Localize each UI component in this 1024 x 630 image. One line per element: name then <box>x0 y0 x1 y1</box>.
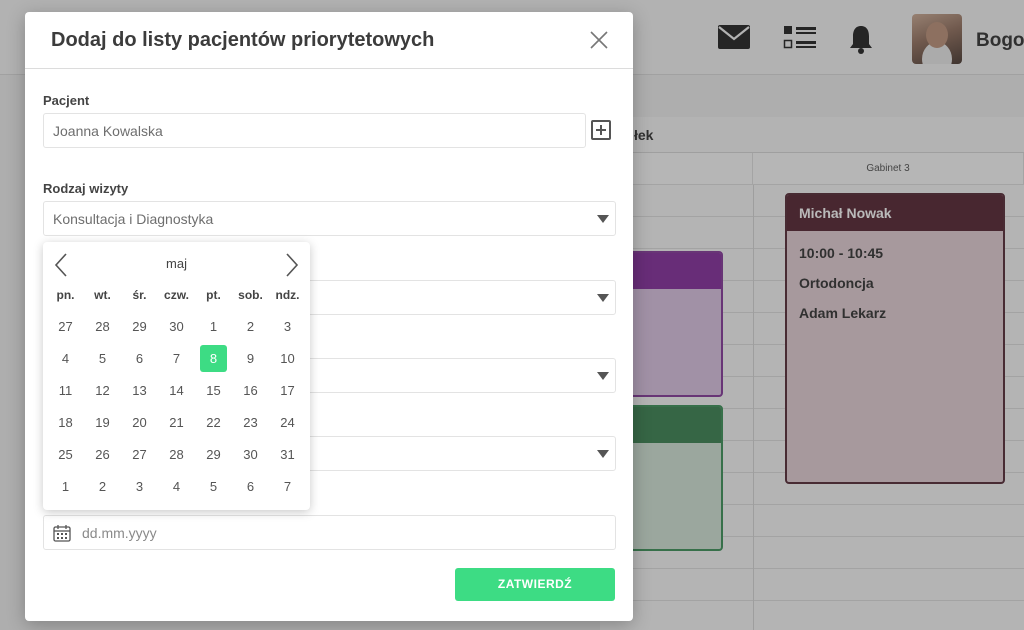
calendar-day[interactable]: 21 <box>158 407 195 439</box>
calendar-day[interactable]: 5 <box>84 343 121 375</box>
date-picker: maj pn. wt. śr. czw. pt. sob. ndz. 27 28 29 30 1 2 3 4… <box>43 242 310 510</box>
patient-input[interactable]: Joanna Kowalska <box>43 113 586 148</box>
calendar-day[interactable]: 22 <box>195 407 232 439</box>
calendar-day[interactable]: 7 <box>269 471 306 503</box>
calendar-day[interactable]: 27 <box>121 439 158 471</box>
weekday-label: sob. <box>238 288 263 302</box>
calendar-day[interactable]: 6 <box>121 343 158 375</box>
calendar-day[interactable]: 5 <box>195 471 232 503</box>
add-patient-icon[interactable] <box>591 120 611 140</box>
calendar-day[interactable]: 11 <box>47 375 84 407</box>
calendar-day[interactable]: 9 <box>232 343 269 375</box>
weekday-label: ndz. <box>275 288 300 302</box>
calendar-day[interactable]: 15 <box>195 375 232 407</box>
calendar-day[interactable]: 10 <box>269 343 306 375</box>
calendar-day[interactable]: 28 <box>84 311 121 343</box>
weekday-label: czw. <box>164 288 189 302</box>
calendar-icon <box>53 525 71 542</box>
calendar-day[interactable]: 19 <box>84 407 121 439</box>
calendar-day[interactable]: 3 <box>269 311 306 343</box>
chevron-right-icon[interactable] <box>281 252 301 278</box>
modal-title: Dodaj do listy pacjentów priorytetowych <box>51 29 435 51</box>
visit-type-select[interactable]: Konsultacja i Diagnostyka <box>43 201 616 236</box>
visit-type-value: Konsultacja i Diagnostyka <box>53 211 214 227</box>
calendar-day[interactable]: 13 <box>121 375 158 407</box>
datepicker-month[interactable]: maj <box>43 256 310 271</box>
chevron-down-icon <box>597 450 609 458</box>
calendar-day[interactable]: 24 <box>269 407 306 439</box>
calendar-day[interactable]: 2 <box>232 311 269 343</box>
calendar-day[interactable]: 29 <box>121 311 158 343</box>
calendar-day[interactable]: 14 <box>158 375 195 407</box>
calendar-day[interactable]: 17 <box>269 375 306 407</box>
calendar-day[interactable]: 30 <box>232 439 269 471</box>
calendar-day[interactable]: 7 <box>158 343 195 375</box>
weekday-label: pt. <box>206 288 221 302</box>
calendar-day[interactable]: 6 <box>232 471 269 503</box>
chevron-down-icon <box>597 372 609 380</box>
visit-type-label: Rodzaj wizyty <box>43 181 129 196</box>
calendar-day[interactable]: 1 <box>195 311 232 343</box>
modal-header: Dodaj do listy pacjentów priorytetowych <box>25 12 633 69</box>
calendar-day[interactable]: 16 <box>232 375 269 407</box>
calendar-day[interactable]: 18 <box>47 407 84 439</box>
datepicker-grid: pn. wt. śr. czw. pt. sob. ndz. 27 28 29 30 1 2 3 4 5 6 7 8… <box>47 279 306 503</box>
calendar-day[interactable]: 26 <box>84 439 121 471</box>
calendar-day[interactable]: 25 <box>47 439 84 471</box>
calendar-day[interactable]: 23 <box>232 407 269 439</box>
calendar-day[interactable]: 20 <box>121 407 158 439</box>
weekday-label: wt. <box>94 288 111 302</box>
calendar-day[interactable]: 27 <box>47 311 84 343</box>
patient-label: Pacjent <box>43 93 90 108</box>
close-icon[interactable] <box>588 29 610 51</box>
calendar-day[interactable]: 4 <box>47 343 84 375</box>
chevron-down-icon <box>597 215 609 223</box>
calendar-day-selected[interactable]: 8 <box>195 343 232 375</box>
calendar-day[interactable]: 28 <box>158 439 195 471</box>
weekday-label: pn. <box>56 288 75 302</box>
date-placeholder: dd.mm.yyyy <box>82 525 157 541</box>
calendar-day[interactable]: 31 <box>269 439 306 471</box>
calendar-day[interactable]: 12 <box>84 375 121 407</box>
submit-button[interactable]: ZATWIERDŹ <box>455 568 615 601</box>
calendar-day[interactable]: 30 <box>158 311 195 343</box>
calendar-day[interactable]: 1 <box>47 471 84 503</box>
date-input[interactable]: dd.mm.yyyy <box>43 515 616 550</box>
calendar-day[interactable]: 29 <box>195 439 232 471</box>
weekday-label: śr. <box>132 288 147 302</box>
chevron-down-icon <box>597 294 609 302</box>
calendar-day[interactable]: 3 <box>121 471 158 503</box>
calendar-day[interactable]: 2 <box>84 471 121 503</box>
calendar-day[interactable]: 4 <box>158 471 195 503</box>
